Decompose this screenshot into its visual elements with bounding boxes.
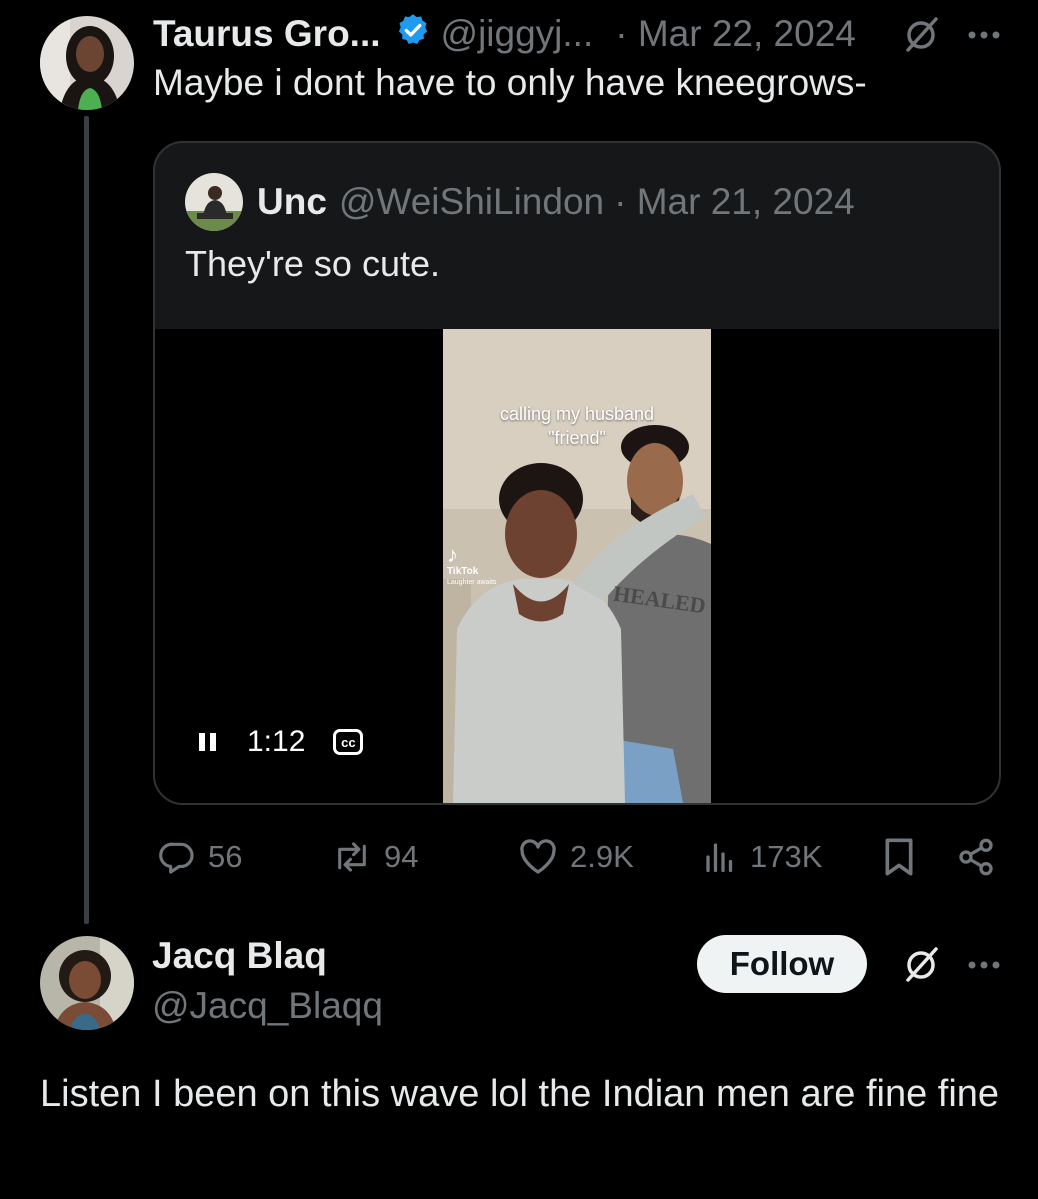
like-button[interactable]: 2.9K [518,834,634,880]
quoted-tweet-date[interactable]: · Mar 21, 2024 [614,181,855,223]
repost-button[interactable]: 94 [332,834,418,880]
repost-icon [338,842,366,872]
verified-badge-icon [395,12,431,57]
like-count: 2.9K [570,839,634,874]
grok-icon[interactable] [902,14,942,59]
video-time: 1:12 [247,725,306,758]
quoted-avatar[interactable] [185,173,243,231]
repost-count: 94 [384,839,419,874]
avatar[interactable] [40,16,134,110]
captions-icon[interactable]: cc [333,729,364,755]
video-caption: calling my husband "friend" [443,402,711,450]
tiktok-watermark: ♪ TikTok Laughter awaits [447,544,496,588]
tiktok-icon: ♪ [447,542,458,567]
tweet-action-bar: 56 94 2.9K 173K [158,834,998,884]
video-player[interactable]: calling my husband "friend" ♪ TikTok Lau… [155,329,999,803]
quoted-tweet-header: Unc @WeiShiLindon · Mar 21, 2024 [185,173,855,231]
tweet-date[interactable]: · Mar 22, 2024 [615,13,856,55]
pause-icon[interactable] [199,731,219,753]
more-icon[interactable] [966,28,1002,46]
author-handle[interactable]: @Jacq_Blaqq [152,985,383,1027]
like-icon [520,839,556,874]
avatar-image [40,936,134,1030]
tweet-header-actions [902,14,1002,59]
follow-button[interactable]: Follow [697,935,867,993]
tiktok-watermark-user: Laughter awaits [447,579,497,586]
more-icon[interactable] [966,958,1002,976]
avatar-image [40,16,134,110]
share-icon [959,838,993,876]
quoted-avatar-image [185,173,243,231]
video-controls: 1:12 cc [199,725,364,759]
quoted-tweet[interactable]: Unc @WeiShiLindon · Mar 21, 2024 They're… [153,141,1001,805]
timeline: Taurus Gro... @jiggyj... · Mar 22, 2024 … [0,0,1038,1199]
tweet-text: Maybe i dont have to only have kneegrows… [153,62,867,103]
views-button[interactable]: 173K [702,834,822,880]
quoted-author-name[interactable]: Unc [257,181,327,223]
reply-icon [159,842,194,874]
author-name[interactable]: Jacq Blaq [152,935,327,977]
bookmark-icon [885,838,913,876]
tweet-header: Taurus Gro... @jiggyj... · Mar 22, 2024 [153,10,856,58]
author-handle[interactable]: @jiggyj... [441,13,594,55]
tweet-header-actions [902,944,1002,989]
share-button[interactable] [956,834,996,880]
video-caption-line-2: "friend" [548,428,606,448]
tiktok-watermark-label: TikTok [447,566,479,577]
bookmark-button[interactable] [882,834,916,880]
video-frame[interactable]: calling my husband "friend" ♪ TikTok Lau… [443,329,711,803]
thread-line [84,116,89,924]
grok-icon[interactable] [902,944,942,989]
captions-label: cc [341,734,356,750]
reply-button[interactable]: 56 [158,834,242,880]
video-caption-line-1: calling my husband [499,404,655,424]
avatar[interactable] [40,936,134,1030]
views-icon [706,843,733,873]
reply-count: 56 [208,839,243,874]
view-count: 173K [750,839,823,874]
author-name[interactable]: Taurus Gro... [153,13,381,55]
quoted-tweet-text: They're so cute. [185,243,440,284]
tweet-text: Listen I been on this wave lol the India… [40,1073,1000,1115]
quoted-author-handle[interactable]: @WeiShiLindon [339,181,604,223]
